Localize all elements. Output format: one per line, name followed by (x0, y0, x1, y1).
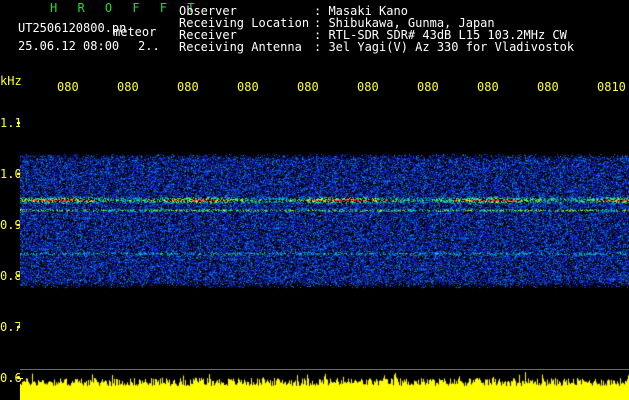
datetime: 25.06.12 08:00 (18, 39, 120, 53)
x-tick-label: 080 (417, 80, 439, 94)
x-tick-label: 080 (57, 80, 79, 94)
antenna-label: Receiving Antenna (179, 40, 302, 54)
meteor-tag: meteor (113, 25, 157, 39)
counter: 2.. (138, 39, 160, 53)
filename: UT2506120800.pn (18, 21, 127, 35)
x-tick-label: 080 (297, 80, 319, 94)
x-tick-label: 080 (117, 80, 139, 94)
antenna-value: : 3el Yagi(V) Az 330 for Vladivostok (314, 40, 575, 54)
x-tick-label: 080 (237, 80, 259, 94)
spectrogram-plot (20, 98, 629, 378)
x-tick-label: 080 (177, 80, 199, 94)
x-tick-label: 080 (357, 80, 379, 94)
x-tick-label: 080 (477, 80, 499, 94)
spectrogram-canvas (20, 98, 629, 378)
x-tick-label: 0810 (597, 80, 626, 94)
y-unit-label: kHz (0, 74, 22, 88)
signal-level-bar (20, 370, 629, 400)
x-tick-label: 080 (537, 80, 559, 94)
